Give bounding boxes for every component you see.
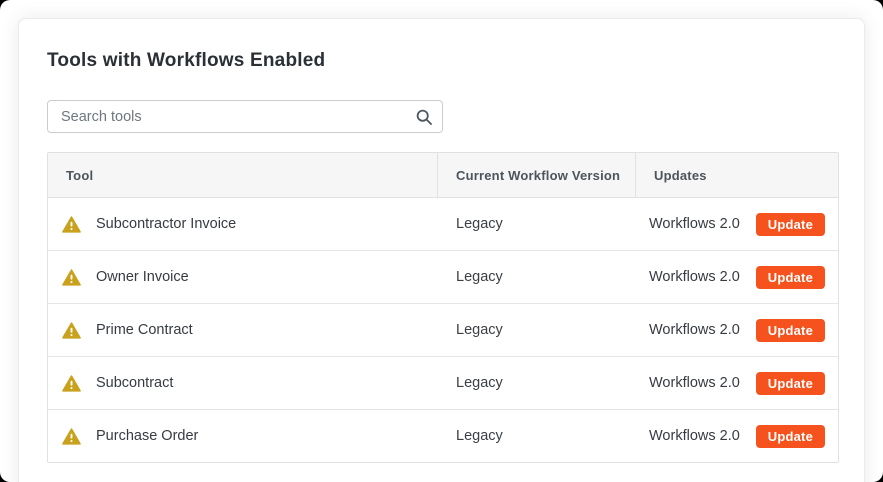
update-button[interactable]: Update	[755, 318, 825, 342]
workflow-version: Legacy	[456, 375, 503, 391]
table-header-row: Tool Current Workflow Version Updates	[48, 153, 838, 198]
table-row: Prime Contract Legacy Workflows 2.0 Upda…	[48, 304, 838, 357]
workflow-version: Legacy	[456, 216, 503, 232]
tool-name: Purchase Order	[96, 428, 199, 444]
update-button[interactable]: Update	[755, 265, 825, 289]
workflow-version: Legacy	[456, 322, 503, 338]
search-icon[interactable]	[416, 109, 432, 125]
warning-icon	[62, 374, 81, 392]
table-row: Owner Invoice Legacy Workflows 2.0 Updat…	[48, 251, 838, 304]
app-screen: Tools with Workflows Enabled Tool Curren…	[0, 0, 883, 482]
workflow-version: Legacy	[456, 428, 503, 444]
column-header-version: Current Workflow Version	[438, 153, 636, 197]
update-target-label: Workflows 2.0	[649, 375, 740, 391]
update-button[interactable]: Update	[755, 212, 825, 236]
update-target-label: Workflows 2.0	[649, 216, 740, 232]
table-row: Subcontractor Invoice Legacy Workflows 2…	[48, 198, 838, 251]
column-header-updates: Updates	[654, 167, 707, 183]
update-target-label: Workflows 2.0	[649, 428, 740, 444]
update-target-label: Workflows 2.0	[649, 269, 740, 285]
update-button[interactable]: Update	[755, 371, 825, 395]
column-header-tool: Tool	[48, 153, 438, 197]
warning-icon	[62, 427, 81, 445]
search-box	[47, 100, 443, 133]
workflow-tools-table: Tool Current Workflow Version Updates Su…	[47, 152, 839, 463]
warning-icon	[62, 268, 81, 286]
page-title: Tools with Workflows Enabled	[47, 50, 326, 71]
warning-icon	[62, 321, 81, 339]
search-input[interactable]	[47, 100, 443, 133]
table-row: Purchase Order Legacy Workflows 2.0 Upda…	[48, 410, 838, 462]
tool-name: Subcontract	[96, 375, 174, 391]
workflow-version: Legacy	[456, 269, 503, 285]
table-row: Subcontract Legacy Workflows 2.0 Update	[48, 357, 838, 410]
tool-name: Prime Contract	[96, 322, 193, 338]
warning-icon	[62, 215, 81, 233]
tools-card: Tools with Workflows Enabled Tool Curren…	[18, 18, 865, 482]
update-target-label: Workflows 2.0	[649, 322, 740, 338]
tool-name: Subcontractor Invoice	[96, 216, 237, 232]
tool-name: Owner Invoice	[96, 269, 189, 285]
update-button[interactable]: Update	[755, 424, 825, 448]
